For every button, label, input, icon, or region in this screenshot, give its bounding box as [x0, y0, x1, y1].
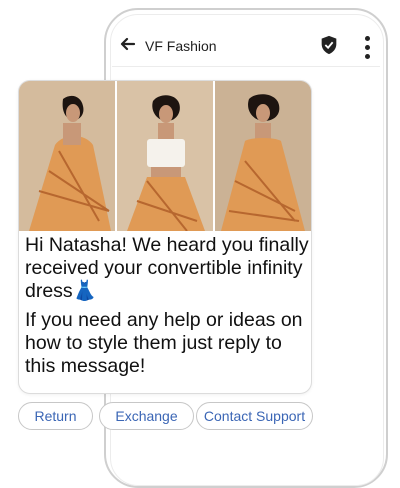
message-bubble: Hi Natasha! We heard you finally receive…: [18, 80, 312, 394]
return-chip[interactable]: Return: [18, 402, 93, 430]
header-divider: [112, 66, 380, 67]
product-images: [19, 81, 311, 231]
chat-header: VF Fashion: [112, 28, 380, 64]
verified-shield-icon[interactable]: [318, 34, 342, 58]
product-image-3[interactable]: [215, 81, 311, 231]
message-text: Hi Natasha! We heard you finally receive…: [25, 234, 309, 384]
contact-support-chip[interactable]: Contact Support: [196, 402, 313, 430]
message-line-1: Hi Natasha! We heard you finally receive…: [25, 234, 309, 302]
product-image-2[interactable]: [117, 81, 213, 231]
back-arrow-icon[interactable]: [118, 34, 138, 58]
sender-name: VF Fashion: [145, 38, 217, 54]
message-line-2: If you need any help or ideas on how to …: [25, 309, 303, 377]
dress-emoji: 👗: [72, 280, 97, 302]
product-image-1[interactable]: [19, 81, 115, 231]
more-vertical-icon[interactable]: [365, 36, 371, 63]
exchange-chip[interactable]: Exchange: [99, 402, 194, 430]
